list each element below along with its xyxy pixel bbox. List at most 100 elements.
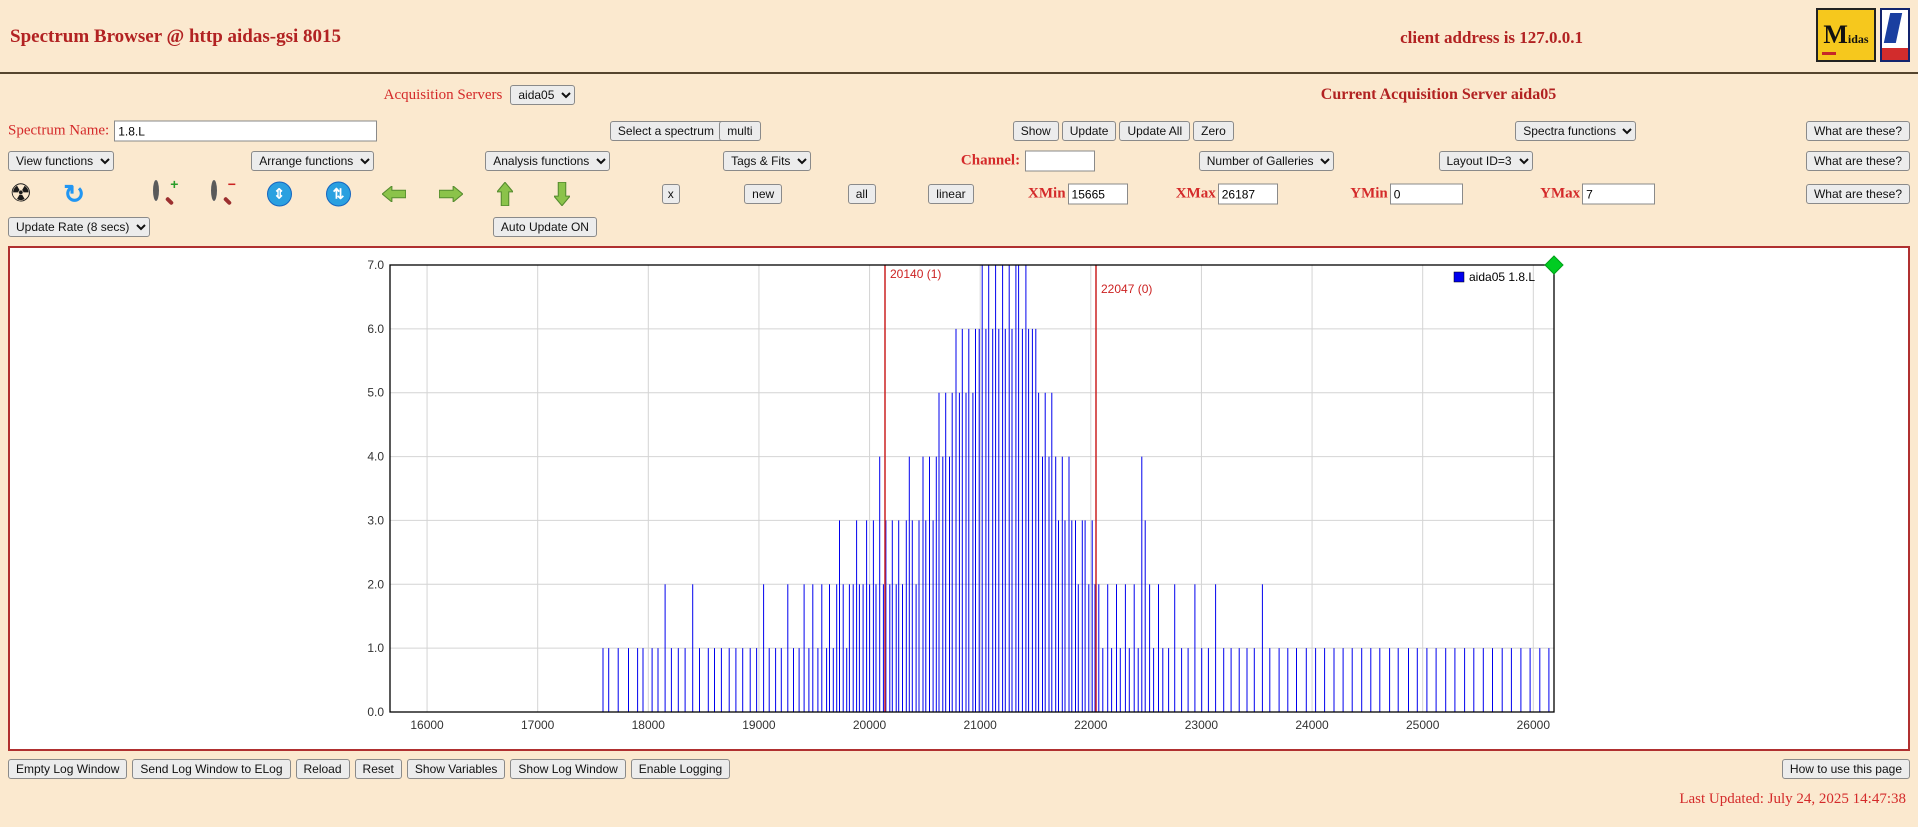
- expand-y-icon[interactable]: ⇕: [267, 182, 292, 207]
- zoom-in-plus: +: [170, 177, 178, 191]
- zoom-out-icon[interactable]: −: [211, 183, 233, 205]
- midas-logo[interactable]: Midas: [1816, 8, 1876, 62]
- arrow-down-icon[interactable]: [554, 182, 570, 206]
- midas-logo-text: Midas: [1823, 20, 1868, 50]
- xmin-label: XMin: [1028, 186, 1066, 203]
- channel-input[interactable]: [1025, 151, 1095, 172]
- select-spectrum-dropdown[interactable]: Select a spectrum: [610, 121, 735, 141]
- what-are-these-button-1[interactable]: What are these?: [1806, 121, 1910, 141]
- toolbar-row: ☢ ↻ + − ⇕ ⇅ x new all: [0, 176, 1918, 212]
- how-to-use-button[interactable]: How to use this page: [1782, 759, 1910, 779]
- page-title: Spectrum Browser @ http aidas-gsi 8015: [10, 26, 341, 48]
- ymin-label: YMin: [1350, 186, 1388, 203]
- header: Spectrum Browser @ http aidas-gsi 8015 c…: [0, 0, 1918, 72]
- update-button[interactable]: Update: [1062, 121, 1117, 141]
- x-tick-label: 18000: [632, 718, 666, 732]
- y-tick-label: 5.0: [367, 385, 384, 399]
- zoom-in-icon[interactable]: +: [153, 183, 175, 205]
- show-log-window-button[interactable]: Show Log Window: [510, 759, 625, 779]
- xmin-input[interactable]: [1068, 184, 1128, 205]
- enable-logging-button[interactable]: Enable Logging: [631, 759, 730, 779]
- x-tick-label: 20000: [853, 718, 887, 732]
- y-tick-label: 6.0: [367, 321, 384, 335]
- zoom-out-minus: −: [228, 177, 236, 191]
- ymax-input[interactable]: [1582, 184, 1655, 205]
- arrow-right-icon[interactable]: [439, 186, 463, 202]
- view-functions-dropdown[interactable]: View functions: [8, 151, 114, 171]
- refresh-icon[interactable]: ↻: [63, 181, 85, 207]
- send-log-window-button[interactable]: Send Log Window to ELog: [132, 759, 290, 779]
- arrange-functions-dropdown[interactable]: Arrange functions: [251, 151, 374, 171]
- zoom-in-lens: [153, 180, 159, 201]
- analysis-functions-dropdown[interactable]: Analysis functions: [485, 151, 610, 171]
- spectrum-chart[interactable]: 20140 (1)22047 (0)1600017000180001900020…: [350, 253, 1568, 745]
- facility-logo[interactable]: [1880, 8, 1910, 62]
- empty-log-window-button[interactable]: Empty Log Window: [8, 759, 127, 779]
- x-tick-label: 24000: [1295, 718, 1329, 732]
- acquisition-server-select[interactable]: aida05: [510, 85, 575, 105]
- x-button[interactable]: x: [662, 184, 680, 204]
- zero-button[interactable]: Zero: [1193, 121, 1234, 141]
- y-tick-label: 3.0: [367, 513, 384, 527]
- update-all-button[interactable]: Update All: [1119, 121, 1190, 141]
- plot-background[interactable]: [390, 265, 1554, 712]
- x-tick-label: 16000: [410, 718, 444, 732]
- channel-marker-label: 22047 (0): [1101, 282, 1152, 296]
- linear-button[interactable]: linear: [928, 184, 973, 204]
- reload-button[interactable]: Reload: [296, 759, 350, 779]
- xmax-label: XMax: [1176, 186, 1216, 203]
- show-variables-button[interactable]: Show Variables: [407, 759, 506, 779]
- arrow-up-icon[interactable]: [497, 182, 513, 206]
- tags-fits-dropdown[interactable]: Tags & Fits: [723, 151, 811, 171]
- show-button[interactable]: Show: [1013, 121, 1059, 141]
- acquisition-servers-label: Acquisition Servers: [384, 87, 503, 104]
- fit-y-icon[interactable]: ⇅: [326, 182, 351, 207]
- y-tick-label: 4.0: [367, 449, 384, 463]
- x-tick-label: 25000: [1406, 718, 1440, 732]
- x-tick-label: 17000: [521, 718, 555, 732]
- layout-id-dropdown[interactable]: Layout ID=3: [1439, 151, 1533, 171]
- client-address: client address is 127.0.0.1: [1400, 28, 1583, 48]
- zoom-in-handle: [165, 196, 174, 205]
- spectrum-name-input[interactable]: [114, 121, 377, 142]
- reset-button[interactable]: Reset: [355, 759, 402, 779]
- radiation-icon[interactable]: ☢: [10, 182, 32, 207]
- y-tick-label: 7.0: [367, 258, 384, 272]
- ymax-label: YMax: [1540, 186, 1580, 203]
- channel-label: Channel:: [961, 153, 1020, 170]
- ymin-input[interactable]: [1390, 184, 1463, 205]
- all-button[interactable]: all: [848, 184, 876, 204]
- new-button[interactable]: new: [744, 184, 782, 204]
- x-tick-label: 26000: [1517, 718, 1551, 732]
- legend-swatch: [1454, 272, 1464, 282]
- number-of-galleries-dropdown[interactable]: Number of Galleries: [1199, 151, 1334, 171]
- spectrum-name-label: Spectrum Name:: [8, 123, 109, 140]
- x-tick-label: 21000: [963, 718, 997, 732]
- x-tick-label: 23000: [1185, 718, 1219, 732]
- what-are-these-button-2[interactable]: What are these?: [1806, 151, 1910, 171]
- update-rate-dropdown[interactable]: Update Rate (8 secs): [8, 217, 150, 237]
- channel-marker-label: 20140 (1): [890, 267, 941, 281]
- logos: Midas: [1816, 8, 1910, 62]
- midas-logo-mark: [1822, 52, 1836, 55]
- x-tick-label: 22000: [1074, 718, 1108, 732]
- spectra-functions-dropdown[interactable]: Spectra functions: [1515, 121, 1636, 141]
- arrow-left-icon[interactable]: [382, 186, 406, 202]
- spectrum-name-row: Spectrum Name: Select a spectrum multi S…: [0, 116, 1918, 146]
- multi-button[interactable]: multi: [719, 121, 760, 141]
- legend-label: aida05 1.8.L: [1469, 270, 1535, 284]
- facility-logo-band: [1882, 48, 1908, 60]
- functions-row: View functions Arrange functions Analysi…: [0, 146, 1918, 176]
- zoom-out-handle: [223, 196, 232, 205]
- what-are-these-button-3[interactable]: What are these?: [1806, 184, 1910, 204]
- y-tick-label: 1.0: [367, 641, 384, 655]
- facility-logo-figure: [1884, 13, 1902, 43]
- xmax-input[interactable]: [1218, 184, 1278, 205]
- spectrum-chart-container: 20140 (1)22047 (0)1600017000180001900020…: [8, 246, 1910, 751]
- footer-row: Empty Log Window Send Log Window to ELog…: [8, 759, 1910, 785]
- update-rate-row: Update Rate (8 secs) Auto Update ON: [0, 212, 1918, 242]
- auto-update-button[interactable]: Auto Update ON: [493, 217, 597, 237]
- y-tick-label: 2.0: [367, 577, 384, 591]
- acquisition-row: Acquisition Servers aida05 Current Acqui…: [0, 74, 1918, 116]
- current-acquisition-server: Current Acquisition Server aida05: [959, 86, 1918, 104]
